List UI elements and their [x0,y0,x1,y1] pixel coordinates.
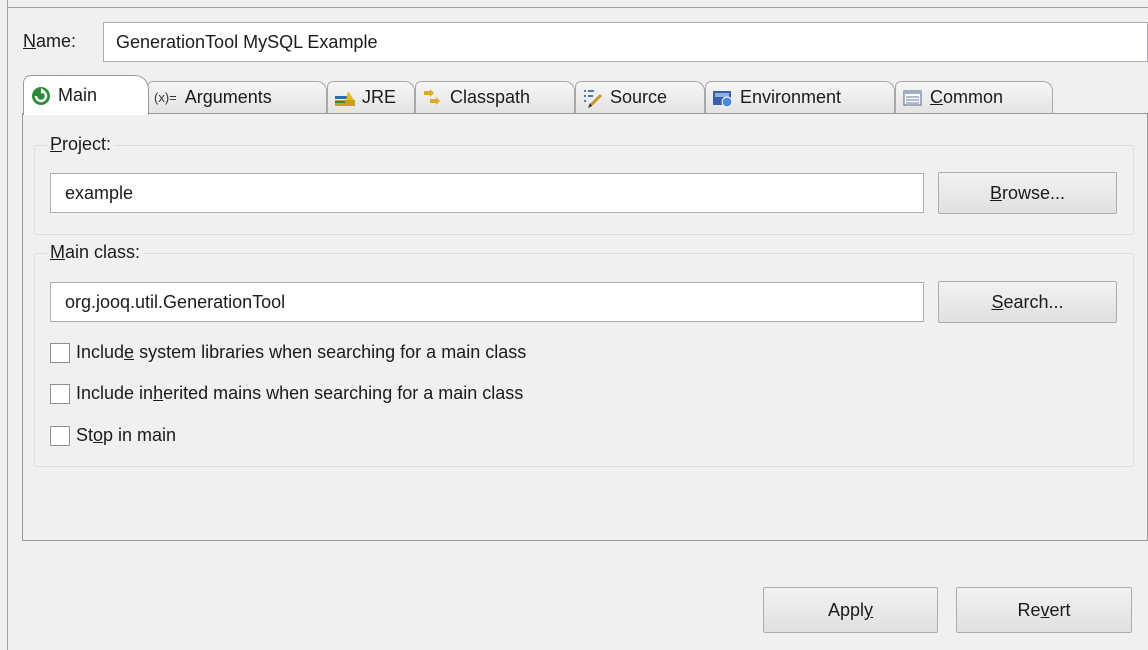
revert-button[interactable]: Revert [956,587,1132,633]
tab-jre[interactable]: JRE [327,81,415,113]
tab-jre-label: JRE [362,87,397,107]
window-frame-top [7,7,1148,8]
main-run-icon [30,85,52,107]
environment-icon [712,87,734,109]
include-system-libraries-label: Include system libraries when searching … [76,342,527,362]
name-label-rest: ame: [36,31,77,51]
tab-main-label: Main [58,85,98,105]
tab-common-label: Common [930,87,1004,107]
tab-environment[interactable]: Environment [705,81,895,113]
project-input[interactable]: example [50,173,924,213]
name-label: Name: [23,31,76,52]
configuration-name-input[interactable]: GenerationTool MySQL Example [103,22,1148,62]
include-inherited-mains-checkbox[interactable] [50,383,70,404]
common-icon [902,87,924,109]
stop-in-main-option[interactable]: Stop in main [50,425,176,446]
browse-button[interactable]: Browse... [938,172,1117,214]
include-system-libraries-option[interactable]: Include system libraries when searching … [50,342,526,363]
name-label-mnemonic: N [23,31,36,51]
tab-environment-label: Environment [740,87,842,107]
include-inherited-mains-option[interactable]: Include inherited mains when searching f… [50,383,523,404]
tab-source[interactable]: Source [575,81,705,113]
jre-icon [334,87,356,109]
search-button[interactable]: Search... [938,281,1117,323]
stop-in-main-label: Stop in main [76,425,177,445]
tab-classpath[interactable]: Classpath [415,81,575,113]
apply-button[interactable]: Apply [763,587,938,633]
include-system-libraries-checkbox[interactable] [50,342,70,363]
tab-common[interactable]: Common [895,81,1053,113]
classpath-icon [422,87,444,109]
tab-classpath-label: Classpath [450,87,531,107]
arguments-icon: (x)= [154,90,177,105]
tab-arguments[interactable]: (x)= Arguments [147,81,327,113]
launch-config-tabs: Main (x)= Arguments JRE Classpath Source… [23,73,1148,115]
tab-source-label: Source [610,87,668,107]
project-group-label: Project: [47,134,115,155]
main-class-input[interactable]: org.jooq.util.GenerationTool [50,282,924,322]
stop-in-main-checkbox[interactable] [50,425,70,446]
source-icon [582,87,604,109]
tab-arguments-label: Arguments [184,87,272,107]
include-inherited-mains-label: Include inherited mains when searching f… [76,383,524,403]
main-class-group-label: Main class: [47,242,144,263]
window-frame-left [7,0,8,650]
tab-main[interactable]: Main [23,75,149,115]
